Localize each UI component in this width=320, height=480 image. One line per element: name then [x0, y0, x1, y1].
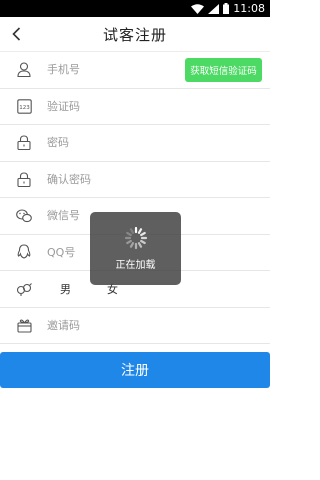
battery-icon: [223, 3, 230, 14]
register-button[interactable]: 注册: [0, 352, 270, 388]
wifi-icon: [191, 3, 205, 14]
header: 试客注册: [0, 17, 270, 52]
phone-row: 获取短信验证码: [0, 52, 270, 89]
invite-code-input[interactable]: [47, 307, 270, 343]
password-input[interactable]: [47, 125, 270, 161]
qq-icon: [16, 244, 32, 260]
page-title: 试客注册: [102, 25, 167, 44]
signal-icon: [208, 3, 220, 14]
loading-text: 正在加载: [115, 260, 156, 271]
lock-icon: [16, 171, 32, 187]
status-bar: 11:08: [0, 0, 270, 17]
gift-icon: [16, 317, 32, 333]
confirm-password-row: [0, 161, 270, 198]
register-form: 获取短信验证码 123 男 女: [0, 52, 270, 344]
invite-row: [0, 307, 270, 344]
get-sms-code-button[interactable]: 获取短信验证码: [185, 58, 262, 82]
wechat-icon: [16, 208, 32, 224]
loading-toast: 正在加载: [90, 212, 181, 285]
password-row: [0, 125, 270, 162]
confirm-password-input[interactable]: [47, 161, 270, 197]
gender-icon: [16, 281, 32, 297]
svg-text:123: 123: [19, 105, 30, 111]
user-icon: [16, 62, 32, 78]
code-row: 123: [0, 88, 270, 125]
code-icon: 123: [16, 98, 32, 114]
gender-male-option[interactable]: 男: [60, 281, 71, 297]
status-time: 11:08: [233, 2, 265, 15]
chevron-left-icon: [11, 27, 20, 41]
spinner-icon: [124, 226, 147, 250]
lock-icon: [16, 135, 32, 151]
back-button[interactable]: [6, 24, 26, 44]
code-input[interactable]: [47, 88, 270, 124]
